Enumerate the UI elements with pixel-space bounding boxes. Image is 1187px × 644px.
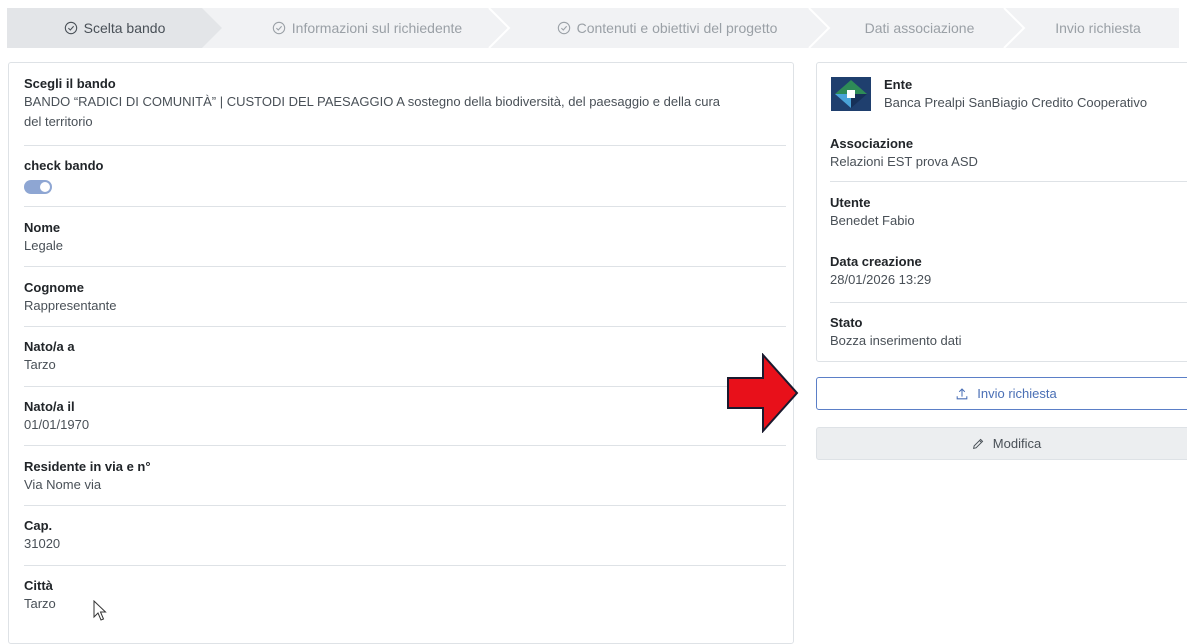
field-label: Associazione xyxy=(830,136,914,151)
divider xyxy=(24,145,786,146)
field-residente: Residente in via e n° Via Nome via xyxy=(24,458,779,495)
step-informazioni-richiedente[interactable]: Informazioni sul richiedente xyxy=(222,8,512,48)
field-label: Scegli il bando xyxy=(24,76,116,91)
send-request-button[interactable]: Invio richiesta xyxy=(816,377,1187,410)
edit-label: Modifica xyxy=(992,436,1042,451)
step-dati-associazione[interactable]: Dati associazione xyxy=(822,8,1017,48)
field-label: Nato/a il xyxy=(24,399,75,414)
field-value-cont: del territorio xyxy=(24,114,93,129)
field-value: Tarzo xyxy=(24,596,56,611)
field-value: 01/01/1970 xyxy=(24,417,90,432)
request-summary-card: Ente Banca Prealpi SanBiagio Credito Coo… xyxy=(816,62,1187,362)
field-label: Data creazione xyxy=(830,254,922,269)
field-label: Ente xyxy=(884,77,913,92)
send-request-label: Invio richiesta xyxy=(977,386,1057,401)
field-value: 31020 xyxy=(24,536,61,551)
step-invio-richiesta[interactable]: Invio richiesta xyxy=(1017,8,1179,48)
field-associazione: Associazione Relazioni EST prova ASD xyxy=(830,135,1187,172)
field-nato-a: Nato/a a Tarzo xyxy=(24,338,779,375)
field-label: Stato xyxy=(830,315,863,330)
field-data-creazione: Data creazione 28/01/2026 13:29 xyxy=(830,253,1187,290)
divider xyxy=(24,206,786,207)
divider xyxy=(830,181,1187,182)
field-nato-il: Nato/a il 01/01/1970 xyxy=(24,398,779,435)
field-value: Legale xyxy=(24,238,64,253)
divider xyxy=(24,266,786,267)
field-value: Benedet Fabio xyxy=(830,213,915,228)
field-value: Via Nome via xyxy=(24,477,102,492)
pencil-icon xyxy=(972,438,984,449)
check-bando-toggle[interactable] xyxy=(24,180,52,194)
divider xyxy=(24,505,786,506)
step-scelta-bando[interactable]: Scelta bando xyxy=(7,8,222,48)
field-check-bando: check bando xyxy=(24,157,779,174)
field-label: Città xyxy=(24,578,53,593)
red-arrow-annotation-icon xyxy=(727,353,799,433)
edit-button[interactable]: Modifica xyxy=(816,427,1187,460)
field-label: Nato/a a xyxy=(24,339,75,354)
divider xyxy=(24,326,786,327)
field-value: 28/01/2026 13:29 xyxy=(830,272,932,287)
field-value: Relazioni EST prova ASD xyxy=(830,154,978,169)
field-bando: Scegli il bando BANDO “RADICI DI COMUNIT… xyxy=(24,75,779,132)
step-label: Informazioni sul richiedente xyxy=(291,20,463,36)
field-cap: Cap. 31020 xyxy=(24,517,779,554)
field-label: Cognome xyxy=(24,280,84,295)
field-label: Cap. xyxy=(24,518,53,533)
circle-check-icon xyxy=(272,21,285,35)
field-value: Rappresentante xyxy=(24,298,117,313)
divider xyxy=(830,302,1187,303)
progress-stepper: Scelta bando Informazioni sul richiedent… xyxy=(7,8,1179,48)
field-utente: Utente Benedet Fabio xyxy=(830,194,1187,231)
field-label: Nome xyxy=(24,220,61,235)
field-ente: Ente Banca Prealpi SanBiagio Credito Coo… xyxy=(884,76,1187,113)
circle-check-icon xyxy=(64,21,78,35)
step-label: Contenuti e obiettivi del progetto xyxy=(576,20,778,36)
divider xyxy=(24,565,786,566)
upload-icon xyxy=(956,387,968,399)
step-label: Dati associazione xyxy=(864,20,975,36)
step-label: Scelta bando xyxy=(83,20,166,36)
divider xyxy=(24,445,786,446)
field-cognome: Cognome Rappresentante xyxy=(24,279,779,316)
step-contenuti-obiettivi[interactable]: Contenuti e obiettivi del progetto xyxy=(512,8,822,48)
toggle-knob xyxy=(40,182,50,192)
mouse-cursor-icon xyxy=(93,600,107,621)
circle-check-icon xyxy=(557,21,570,35)
field-nome: Nome Legale xyxy=(24,219,779,256)
field-label: Utente xyxy=(830,195,871,210)
bank-logo-icon xyxy=(831,77,871,111)
field-label: check bando xyxy=(24,158,104,173)
field-label: Residente in via e n° xyxy=(24,459,151,474)
field-value: Tarzo xyxy=(24,357,56,372)
field-citta: Città Tarzo xyxy=(24,577,779,614)
step-label: Invio richiesta xyxy=(1055,20,1141,36)
step-divider xyxy=(488,8,511,48)
field-value: Banca Prealpi SanBiagio Credito Cooperat… xyxy=(884,95,1148,110)
field-value: Bozza inserimento dati xyxy=(830,333,962,348)
field-value: BANDO “RADICI DI COMUNITÀ” | CUSTODI DEL… xyxy=(24,94,721,109)
field-stato: Stato Bozza inserimento dati xyxy=(830,314,1187,351)
divider xyxy=(24,386,786,387)
applicant-details-card: Scegli il bando BANDO “RADICI DI COMUNIT… xyxy=(8,62,794,644)
